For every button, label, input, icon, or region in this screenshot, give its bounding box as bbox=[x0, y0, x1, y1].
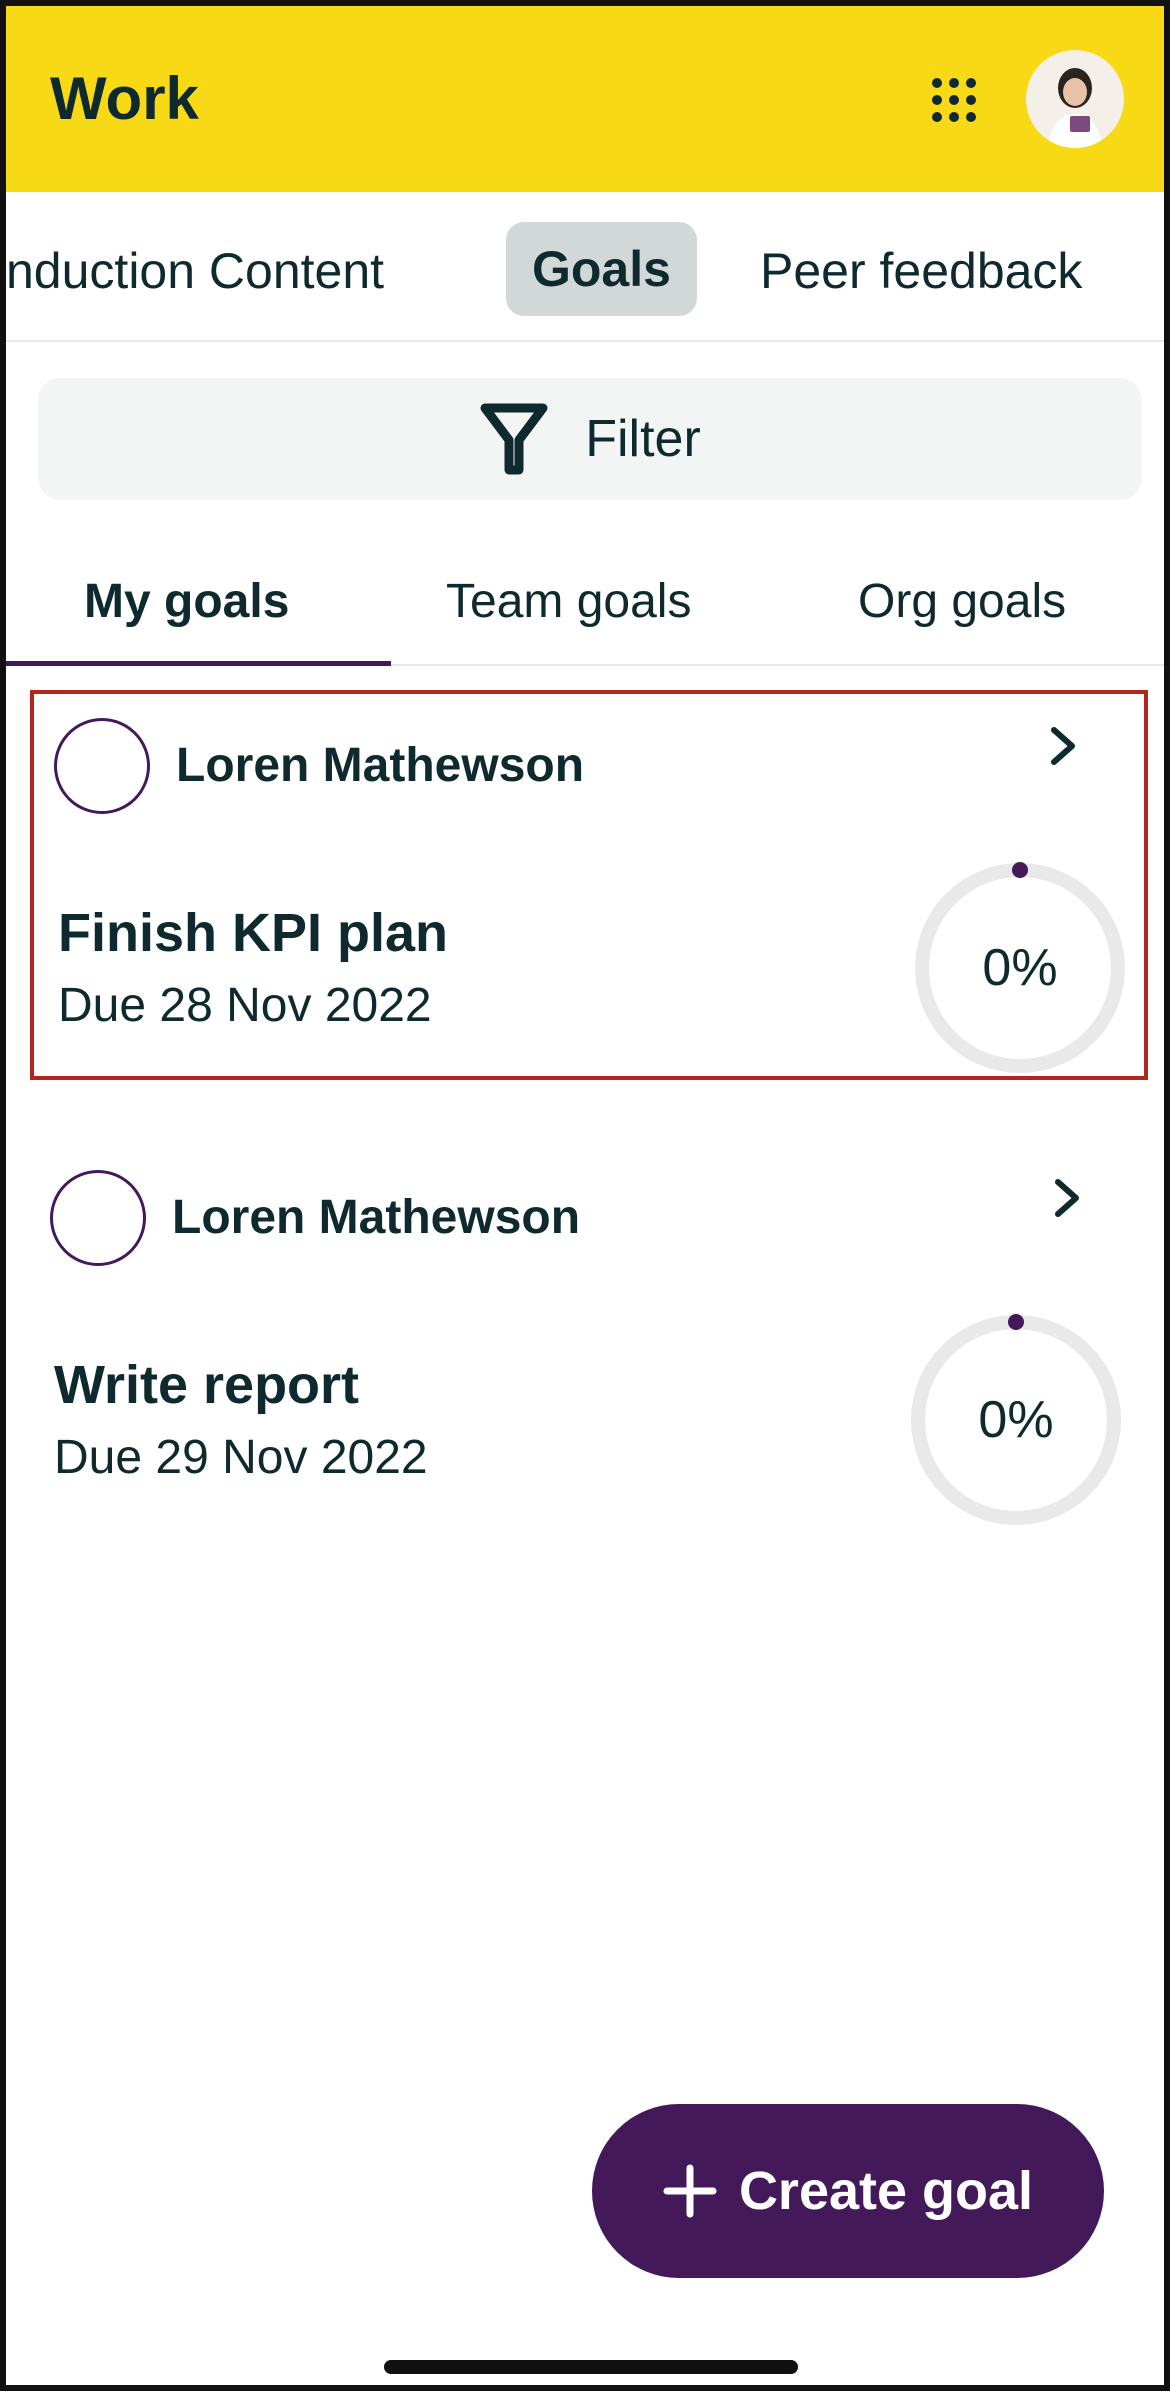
progress-ring: 0% bbox=[906, 1310, 1126, 1530]
user-avatar-icon bbox=[1026, 50, 1124, 148]
section-tabs: nduction Content Goals Peer feedback bbox=[6, 192, 1164, 342]
goal-scope-tabs: My goals Team goals Org goals bbox=[6, 526, 1164, 666]
page-title: Work bbox=[50, 65, 199, 132]
goal-card[interactable]: Loren Mathewson Finish KPI plan Due 28 N… bbox=[30, 690, 1148, 1080]
apps-grid-icon[interactable] bbox=[930, 76, 978, 124]
chevron-right-icon[interactable] bbox=[1048, 1168, 1088, 1228]
filter-icon bbox=[480, 403, 548, 475]
filter-button[interactable]: Filter bbox=[38, 378, 1142, 500]
create-goal-button[interactable]: Create goal bbox=[592, 2104, 1104, 2278]
create-goal-label: Create goal bbox=[738, 2161, 1034, 2221]
chevron-right-icon[interactable] bbox=[1044, 716, 1084, 776]
goal-owner: Loren Mathewson bbox=[172, 1191, 581, 1244]
home-indicator[interactable] bbox=[384, 2360, 798, 2374]
tab-goals[interactable]: Goals bbox=[506, 222, 697, 316]
active-tab-indicator bbox=[6, 661, 391, 666]
progress-ring: 0% bbox=[910, 858, 1130, 1078]
plus-icon bbox=[663, 2164, 717, 2218]
tab-team-goals[interactable]: Team goals bbox=[446, 574, 691, 629]
progress-percent: 0% bbox=[982, 939, 1058, 997]
tab-peer-feedback[interactable]: Peer feedback bbox=[760, 242, 1082, 300]
app-screen: Work nduction Content Goals Peer feedbac… bbox=[0, 0, 1170, 2391]
app-header: Work bbox=[6, 6, 1164, 192]
goal-due-date: Due 29 Nov 2022 bbox=[54, 1431, 428, 1484]
avatar[interactable] bbox=[1026, 50, 1124, 148]
owner-avatar bbox=[54, 718, 150, 814]
goal-card[interactable]: Loren Mathewson Write report Due 29 Nov … bbox=[30, 1146, 1148, 1536]
filter-label: Filter bbox=[585, 410, 701, 468]
tab-my-goals[interactable]: My goals bbox=[84, 574, 289, 629]
tab-induction-content[interactable]: nduction Content bbox=[6, 242, 384, 300]
owner-avatar bbox=[50, 1170, 146, 1266]
goal-owner: Loren Mathewson bbox=[176, 739, 585, 792]
goal-title: Finish KPI plan bbox=[58, 903, 449, 963]
tab-org-goals[interactable]: Org goals bbox=[858, 574, 1066, 629]
progress-percent: 0% bbox=[978, 1391, 1054, 1449]
goal-title: Write report bbox=[54, 1355, 360, 1415]
goal-due-date: Due 28 Nov 2022 bbox=[58, 979, 432, 1032]
